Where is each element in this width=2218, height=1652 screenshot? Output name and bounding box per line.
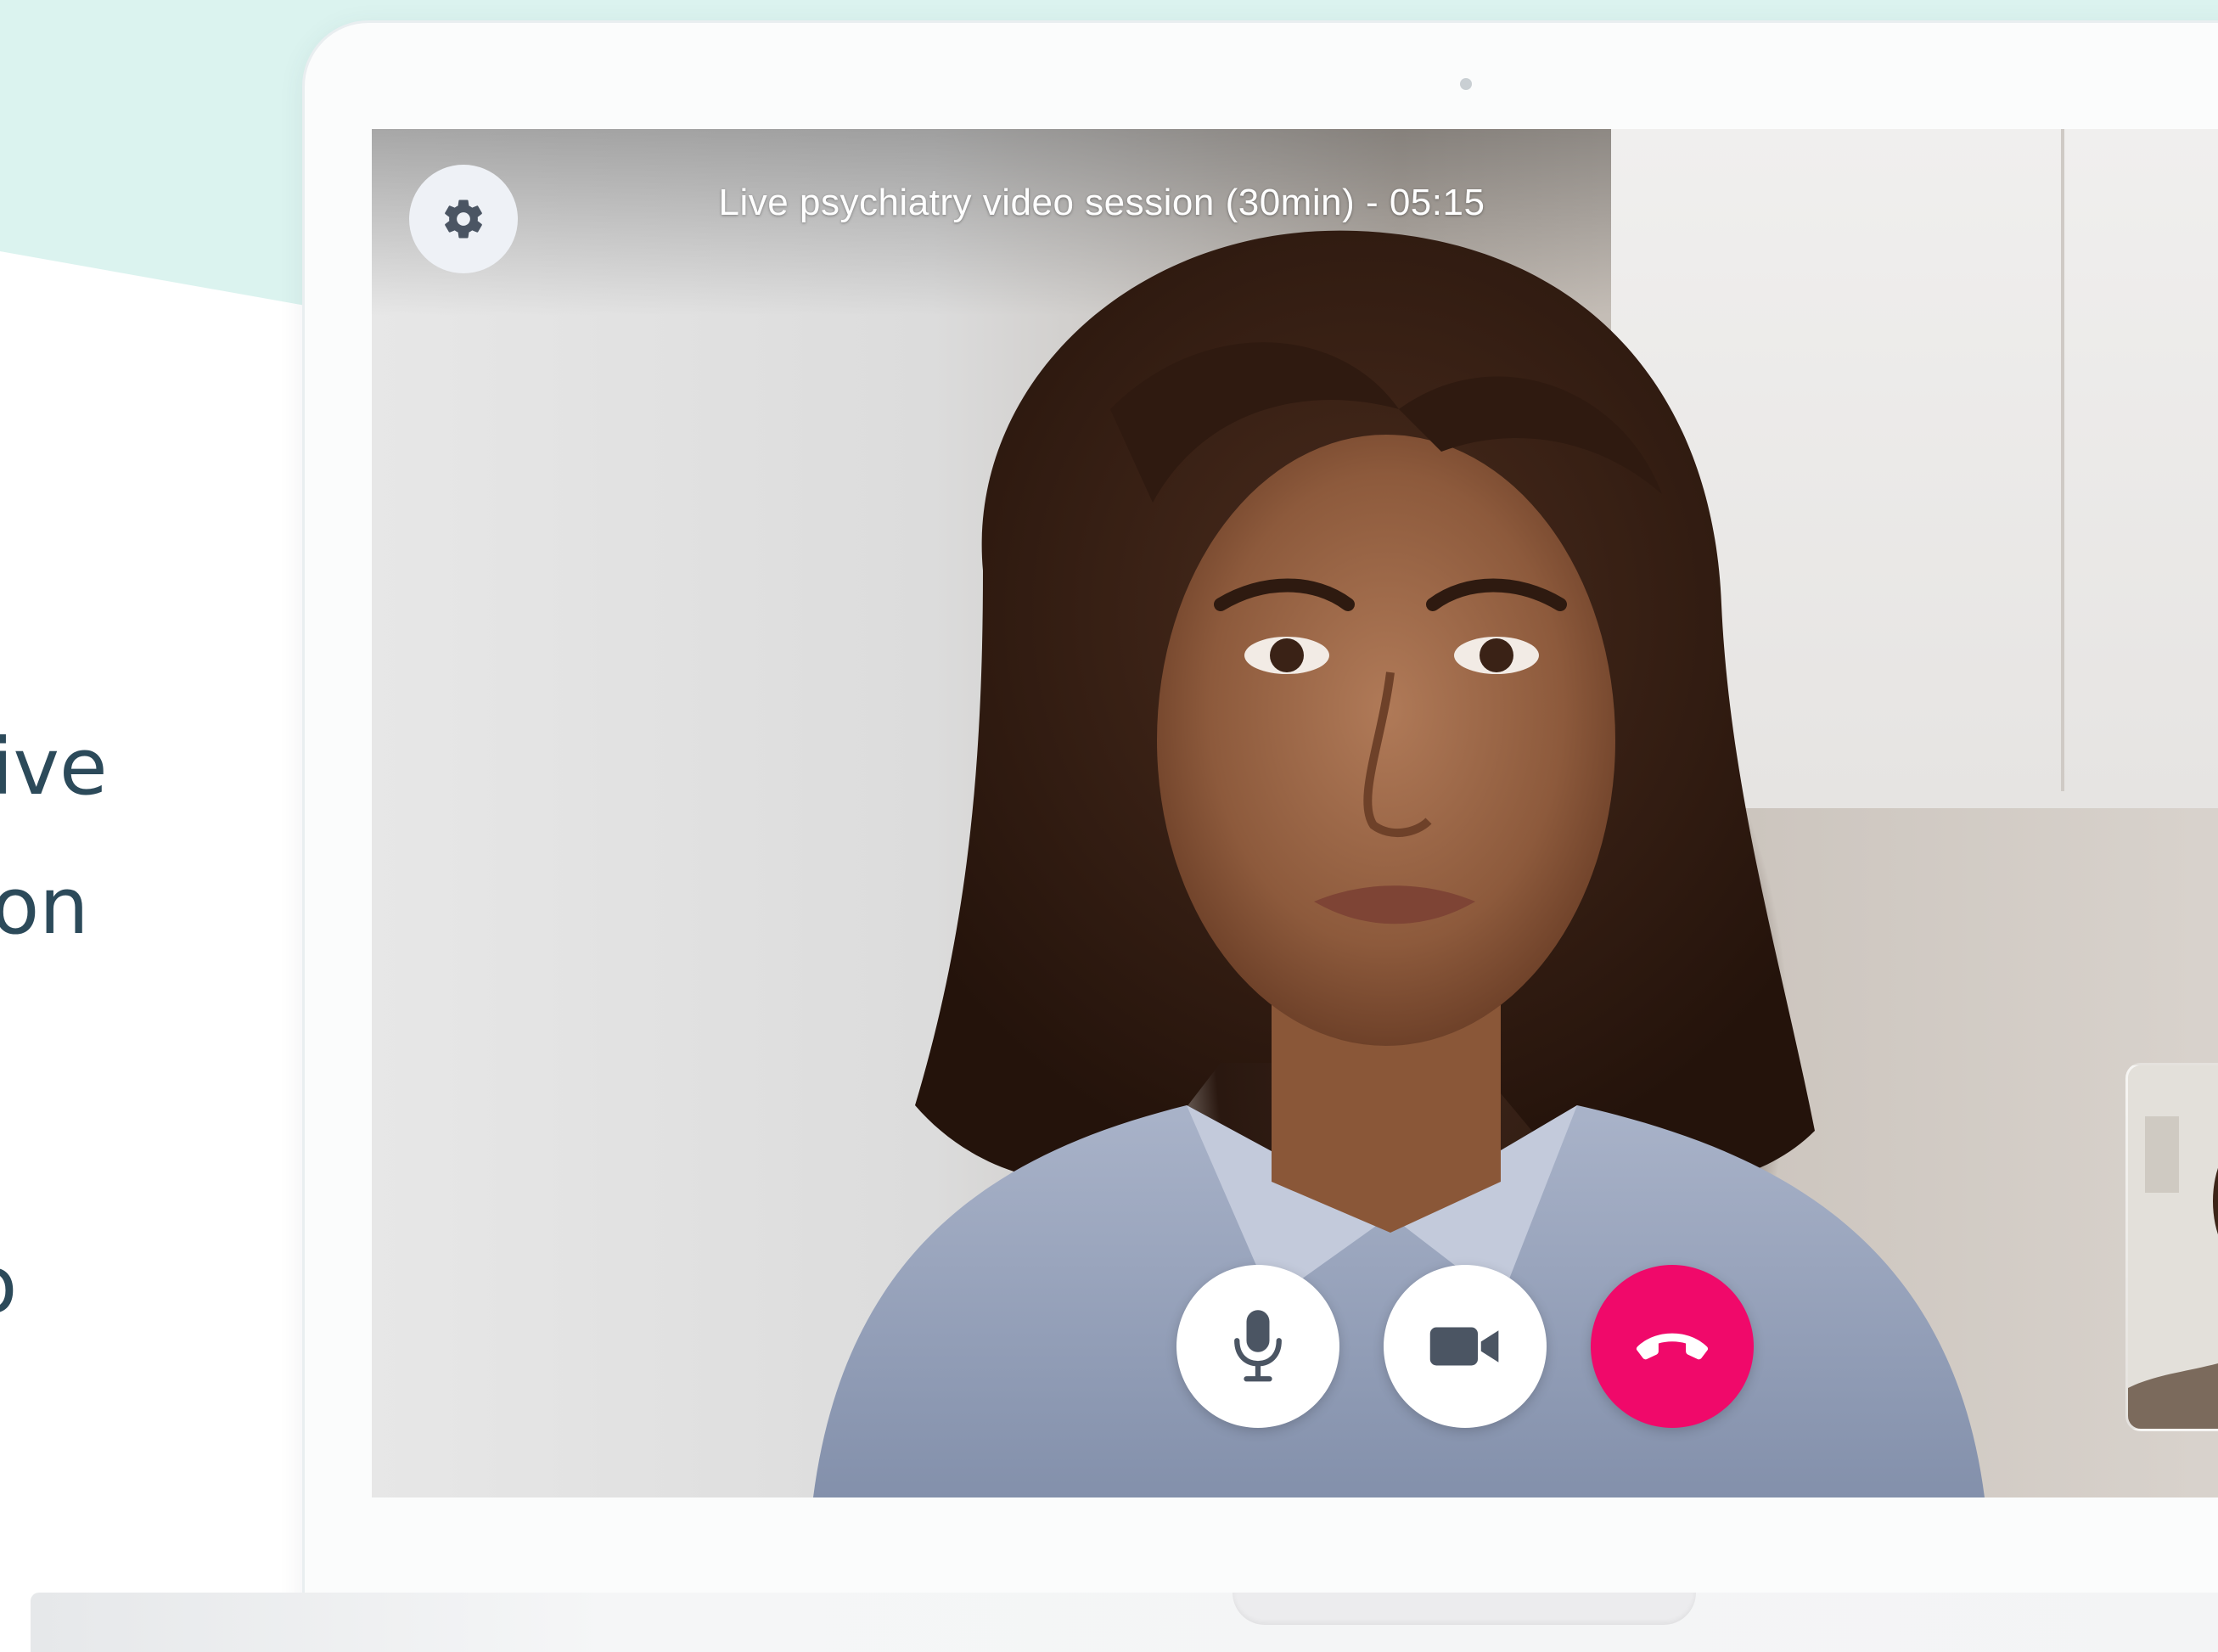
side-text-line-3: o — [0, 1246, 17, 1324]
session-title: Live psychiatry video session (30min) - … — [372, 182, 2218, 224]
microphone-icon — [1234, 1310, 1282, 1382]
end-call-button[interactable] — [1591, 1265, 1754, 1428]
self-view-video[interactable] — [2125, 1063, 2218, 1431]
toggle-camera-button[interactable] — [1384, 1265, 1547, 1428]
video-call-screen: Live psychiatry video session (30min) - … — [372, 129, 2218, 1497]
laptop-base-notch — [1233, 1593, 1696, 1625]
phone-hangup-icon — [1636, 1333, 1709, 1360]
settings-button[interactable] — [409, 165, 518, 273]
video-camera-icon — [1429, 1327, 1499, 1366]
session-title-text: Live psychiatry video session (30min) - … — [718, 182, 1485, 223]
gear-icon — [445, 199, 482, 239]
self-view-image — [2128, 1065, 2218, 1429]
side-text-line-1: ive — [0, 722, 108, 812]
side-text-line-2: on — [0, 861, 89, 952]
webcam-dot — [1460, 78, 1472, 90]
laptop-base — [31, 1593, 2218, 1652]
call-controls — [1176, 1265, 1754, 1428]
mute-microphone-button[interactable] — [1176, 1265, 1339, 1428]
